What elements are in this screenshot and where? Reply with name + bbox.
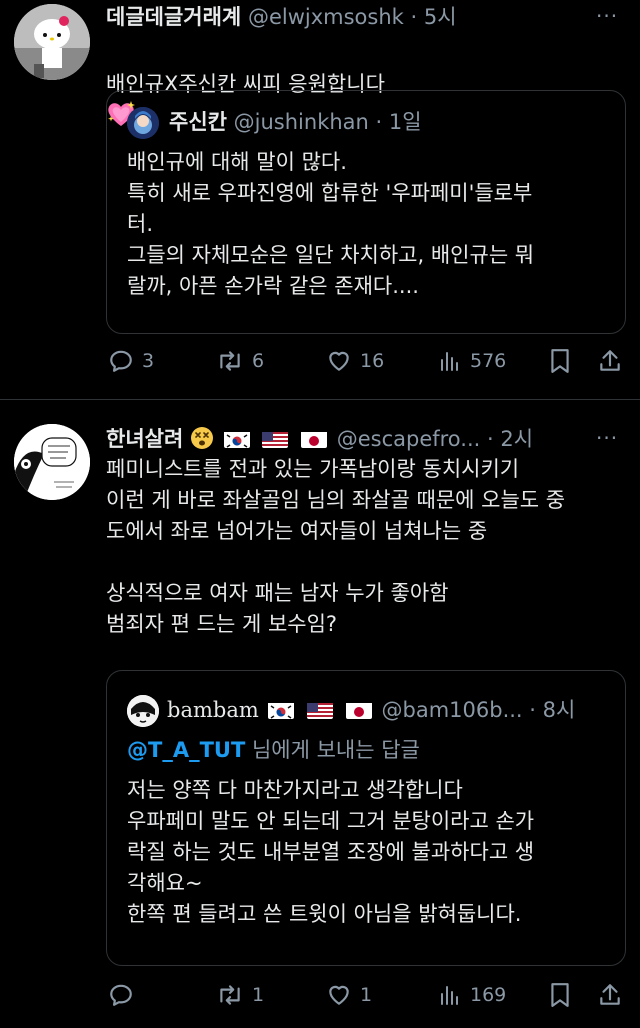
- repost-count: 1: [252, 984, 265, 1006]
- views-chart-icon: [441, 986, 458, 1005]
- reply-mention[interactable]: @T_A_TUT: [127, 738, 245, 762]
- tweet-text: 페미니스트를 전과 있는 가폭남이랑 동치시키기 이런 게 바로 좌살골임 님의…: [106, 457, 566, 636]
- heart-icon: [329, 351, 349, 371]
- anime-character-avatar-icon: [127, 107, 159, 139]
- tweet-1[interactable]: 데글데글거래계 @elwjxmsoshk · 5시 ··· 배인규X주신칸 씨피…: [0, 0, 640, 400]
- share-icon: [600, 350, 620, 371]
- handle[interactable]: @elwjxmsoshk: [248, 5, 404, 29]
- reply-icon: [110, 984, 132, 1006]
- reply-to-label: 님에게 보내는 답글: [251, 738, 420, 762]
- tweet-header: 한녀살려 @escapefro... · 2시: [106, 426, 533, 452]
- views-count: 169: [470, 984, 507, 1006]
- share-icon: [600, 984, 620, 1005]
- dizzy-face-emoji-icon: [190, 427, 213, 449]
- more-options-icon[interactable]: ···: [596, 426, 618, 450]
- views-button[interactable]: 169: [438, 982, 506, 1008]
- reply-context: @T_A_TUT 님에게 보내는 답글: [127, 737, 420, 763]
- views-chart-icon: [441, 352, 458, 371]
- reply-button[interactable]: 3: [108, 348, 154, 374]
- separator-dot: ·: [487, 427, 494, 451]
- separator-dot: ·: [375, 110, 383, 134]
- cartoon-face-avatar-icon: [127, 695, 159, 727]
- separator-dot: ·: [410, 5, 418, 29]
- bookmark-button[interactable]: [549, 982, 571, 1008]
- reply-count: 3: [142, 350, 155, 372]
- quote-handle: @jushinkhan: [233, 110, 369, 134]
- korea-flag-icon: [223, 430, 250, 448]
- repost-icon: [220, 985, 240, 1005]
- repost-count: 6: [252, 350, 265, 372]
- like-count: 16: [360, 350, 385, 372]
- repost-icon: [220, 351, 240, 371]
- quote-handle: @bam106b...: [381, 698, 523, 722]
- quote-avatar: [127, 695, 159, 727]
- quote-header: bambam @bam106b... · 8시: [167, 697, 575, 723]
- quote-header: 주신칸 @jushinkhan · 1일: [169, 109, 422, 135]
- bookmark-icon: [551, 983, 569, 1007]
- quote-timestamp: 8시: [542, 698, 576, 722]
- views-count: 576: [470, 350, 507, 372]
- quote-text: 배인규에 대해 말이 많다. 특히 새로 우파진영에 합류한 '우파페미'들로부…: [127, 150, 535, 298]
- repost-button[interactable]: 1: [216, 982, 264, 1008]
- quote-text: 저는 양쪽 다 마찬가지라고 생각합니다 우파페미 말도 안 되는데 그거 분탕…: [127, 778, 535, 926]
- display-name[interactable]: 한녀살려: [106, 427, 183, 451]
- action-bar: 3 6 16 576: [0, 342, 640, 382]
- reply-icon: [110, 350, 132, 372]
- reply-button[interactable]: [108, 982, 142, 1008]
- quoted-tweet[interactable]: 주신칸 @jushinkhan · 1일 배인규에 대해 말이 많다. 특히 새…: [106, 90, 626, 334]
- like-button[interactable]: 1: [326, 982, 372, 1008]
- views-button[interactable]: 576: [438, 348, 506, 374]
- action-bar: 1 1 169: [0, 976, 640, 1016]
- like-button[interactable]: 16: [326, 348, 384, 374]
- repost-button[interactable]: 6: [216, 348, 264, 374]
- display-name[interactable]: 데글데글거래계: [106, 5, 241, 29]
- hello-kitty-avatar-icon: [14, 4, 90, 80]
- usa-flag-icon: [262, 430, 289, 448]
- japan-flag-icon: [301, 430, 328, 448]
- avatar[interactable]: [14, 4, 90, 80]
- avatar[interactable]: [14, 424, 90, 500]
- cartoon-character-avatar-icon: [14, 424, 90, 500]
- bookmark-icon: [551, 349, 569, 373]
- separator-dot: ·: [529, 698, 536, 722]
- timestamp[interactable]: 2시: [500, 427, 533, 451]
- quote-display-name: bambam: [167, 698, 259, 722]
- quote-timestamp: 1일: [388, 110, 422, 134]
- heart-icon: [329, 985, 349, 1005]
- tweet-2[interactable]: 한녀살려 @escapefro... · 2시 ··· 페미니스트를 전과 있는…: [0, 400, 640, 1028]
- quote-display-name: 주신칸: [169, 110, 227, 134]
- usa-flag-icon: [307, 701, 334, 719]
- japan-flag-icon: [345, 701, 372, 719]
- share-button[interactable]: [597, 982, 623, 1008]
- quoted-tweet[interactable]: bambam @bam106b... · 8시 @T_A_TUT 님에게 보내는…: [106, 670, 626, 966]
- quote-avatar: [127, 107, 159, 139]
- bookmark-button[interactable]: [549, 348, 571, 374]
- more-options-icon[interactable]: ···: [596, 4, 618, 28]
- timestamp[interactable]: 5시: [424, 5, 457, 29]
- korea-flag-icon: [268, 701, 295, 719]
- share-button[interactable]: [597, 348, 623, 374]
- handle[interactable]: @escapefro...: [337, 427, 481, 451]
- like-count: 1: [360, 984, 373, 1006]
- tweet-header: 데글데글거래계 @elwjxmsoshk · 5시: [106, 4, 457, 30]
